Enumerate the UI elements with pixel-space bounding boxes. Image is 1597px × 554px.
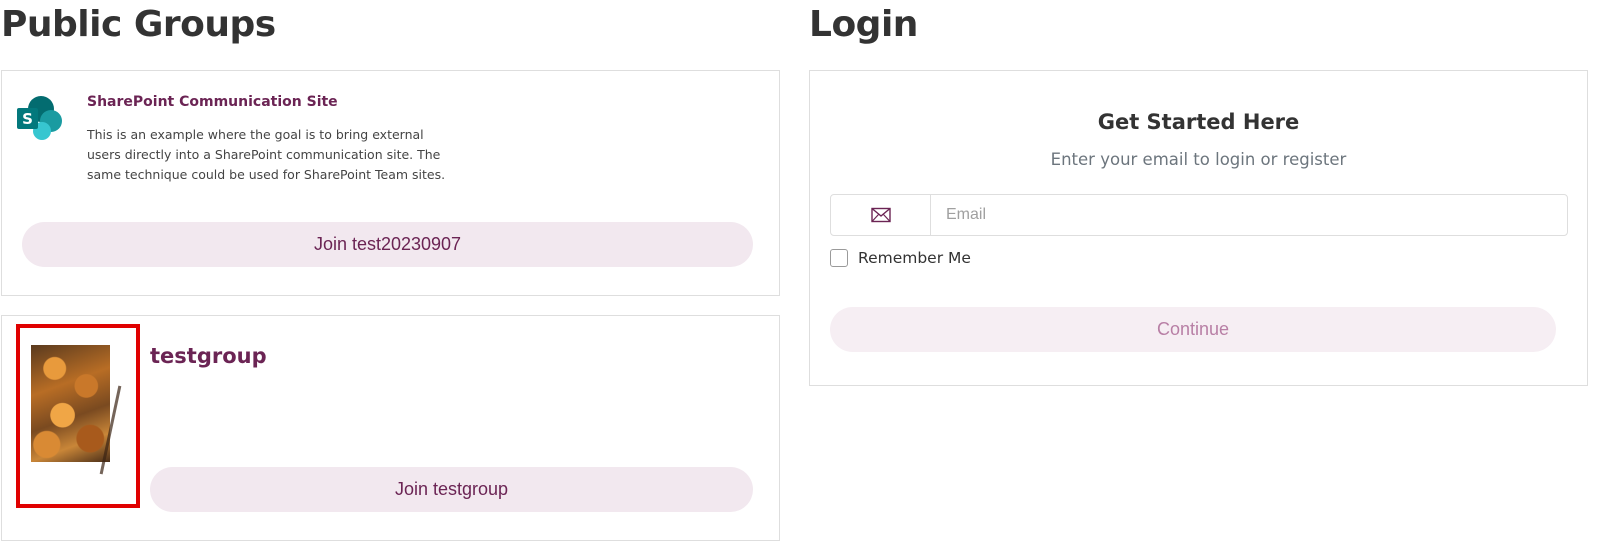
continue-button[interactable]: Continue bbox=[830, 307, 1556, 352]
envelope-icon bbox=[870, 207, 891, 223]
login-heading: Login bbox=[809, 4, 918, 45]
email-input-group bbox=[830, 194, 1568, 236]
group-description-sharepoint: This is an example where the goal is to … bbox=[87, 127, 446, 182]
login-title: Get Started Here bbox=[1097, 110, 1300, 134]
email-input[interactable] bbox=[931, 195, 1567, 235]
svg-text:S: S bbox=[22, 110, 33, 128]
remember-me-row: Remember Me bbox=[830, 249, 971, 267]
remember-me-label[interactable]: Remember Me bbox=[858, 249, 971, 267]
join-testgroup-button[interactable]: Join testgroup bbox=[150, 467, 753, 512]
group-card-sharepoint: S SharePoint Communication Site This is … bbox=[1, 70, 780, 296]
remember-me-checkbox[interactable] bbox=[830, 249, 848, 267]
email-addon bbox=[831, 195, 931, 235]
login-subtitle: Enter your email to login or register bbox=[1050, 150, 1347, 169]
group-card-testgroup: testgroup Join testgroup bbox=[1, 315, 780, 541]
group-title-testgroup: testgroup bbox=[150, 344, 267, 368]
sharepoint-icon: S bbox=[17, 96, 62, 140]
public-groups-heading: Public Groups bbox=[1, 4, 276, 45]
group-thumbnail-image bbox=[31, 345, 122, 475]
group-title-sharepoint: SharePoint Communication Site bbox=[87, 94, 338, 110]
join-test20230907-button[interactable]: Join test20230907 bbox=[22, 222, 753, 267]
login-card: Get Started Here Enter your email to log… bbox=[809, 70, 1588, 386]
